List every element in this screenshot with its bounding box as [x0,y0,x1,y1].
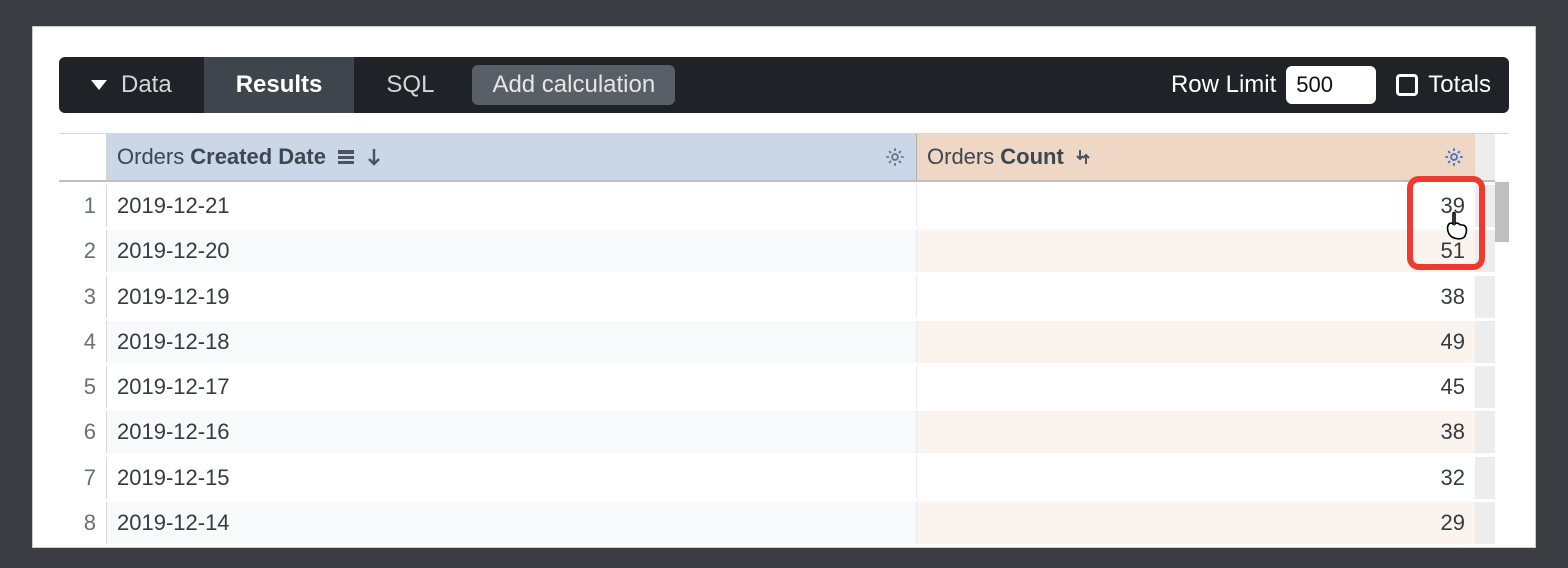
cell-count[interactable]: 51 [917,230,1475,272]
rownum: 4 [59,321,107,363]
scrollbar-track[interactable] [1475,321,1495,363]
cell-count[interactable]: 38 [917,276,1475,318]
rownum: 2 [59,230,107,272]
add-calculation-label: Add calculation [492,71,655,99]
cell-date[interactable]: 2019-12-20 [107,230,917,272]
cell-date[interactable]: 2019-12-14 [107,502,917,544]
tab-data[interactable]: Data [59,57,204,113]
cell-count[interactable]: 38 [917,411,1475,453]
header-rownum [59,134,107,182]
header-count[interactable]: Orders Count [917,134,1475,182]
gear-icon[interactable] [884,146,906,168]
cell-count[interactable]: 39 [917,185,1475,227]
results-table: Orders Created Date Orders Count [59,133,1509,547]
scrollbar-track[interactable] [1475,457,1495,499]
scrollbar-thumb[interactable] [1495,182,1509,242]
row-limit-label: Row Limit [1171,71,1276,99]
rownum: 5 [59,366,107,408]
scrollbar-track-header [1475,134,1495,182]
cell-count[interactable]: 32 [917,457,1475,499]
header-dim-prefix: Orders [117,144,184,170]
tab-sql-label: SQL [386,71,434,99]
explore-panel: Data Results SQL Add calculation Row Lim… [32,26,1536,548]
cell-date[interactable]: 2019-12-17 [107,366,917,408]
totals-label: Totals [1428,71,1491,99]
cell-date[interactable]: 2019-12-18 [107,321,917,363]
rownum: 8 [59,502,107,544]
row-limit-group: Row Limit [1171,66,1376,104]
cell-count[interactable]: 49 [917,321,1475,363]
header-meas-name: Count [1000,144,1064,170]
rownum: 7 [59,457,107,499]
header-meas-prefix: Orders [927,144,994,170]
tab-results-label: Results [236,71,323,99]
scrollbar-track[interactable] [1475,185,1495,227]
tab-data-label: Data [121,71,172,99]
header-dim-name: Created Date [190,144,326,170]
cell-date[interactable]: 2019-12-21 [107,185,917,227]
cell-count[interactable]: 45 [917,366,1475,408]
tab-sql[interactable]: SQL [354,57,466,113]
rownum: 6 [59,411,107,453]
row-limit-input[interactable] [1286,66,1376,104]
drill-icon[interactable] [1074,148,1092,166]
scrollbar-track[interactable] [1475,366,1495,408]
scrollbar-track[interactable] [1475,502,1495,544]
totals-checkbox[interactable] [1396,74,1418,96]
caret-down-icon [91,80,107,90]
data-toolbar: Data Results SQL Add calculation Row Lim… [59,57,1509,113]
rownum: 1 [59,185,107,227]
sort-desc-icon[interactable] [366,147,382,167]
pivot-icon[interactable] [336,148,356,166]
totals-group[interactable]: Totals [1396,71,1491,99]
cell-date[interactable]: 2019-12-15 [107,457,917,499]
header-created-date[interactable]: Orders Created Date [107,134,917,182]
cell-date[interactable]: 2019-12-16 [107,411,917,453]
rownum: 3 [59,276,107,318]
cell-count[interactable]: 29 [917,502,1475,544]
cell-date[interactable]: 2019-12-19 [107,276,917,318]
gear-icon[interactable] [1443,146,1465,168]
tab-results[interactable]: Results [204,57,355,113]
add-calculation-button[interactable]: Add calculation [472,65,675,105]
scrollbar-track[interactable] [1475,230,1495,272]
scrollbar-track[interactable] [1475,411,1495,453]
scrollbar-track[interactable] [1475,276,1495,318]
